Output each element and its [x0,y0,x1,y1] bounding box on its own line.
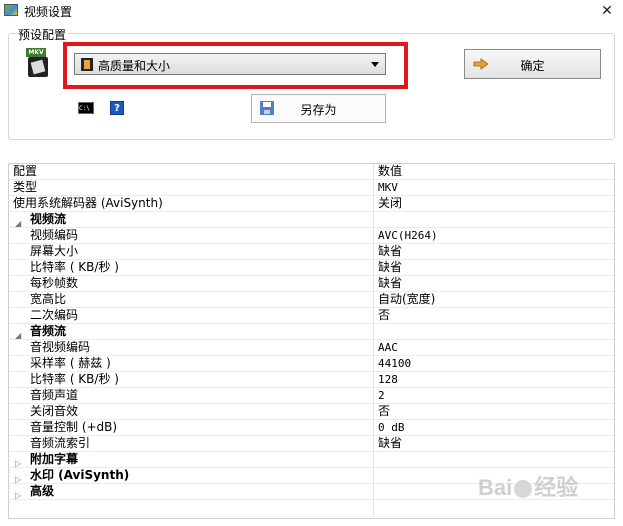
grid-row-audio-bitrate[interactable]: 比特率 ( KB/秒 ) 128 [9,372,614,388]
category-label: 音频流 [30,324,67,338]
category-audio-stream[interactable]: ◢ 音频流 [9,324,614,340]
row-key: 关闭音效 [30,404,79,418]
row-key: 音频声道 [30,388,79,402]
grid-row-fps[interactable]: 每秒帧数 缺省 [9,276,614,292]
row-value[interactable]: MKV [378,180,398,195]
row-key: 比特率 ( KB/秒 ) [30,260,119,274]
row-key: 音频流索引 [30,436,91,450]
row-key: 音量控制 (+dB) [30,420,118,434]
film-strip-icon [81,58,93,71]
title-bar: 视频设置 ✕ [0,0,623,22]
grid-row-two-pass[interactable]: 二次编码 否 [9,308,614,324]
property-grid[interactable]: 配置 数值 类型 MKV 使用系统解码器 (AviSynth) 关闭 ◢ 视频流… [8,163,615,519]
row-value[interactable]: 44100 [378,356,411,371]
preset-dropdown[interactable]: 高质量和大小 [74,53,386,75]
preset-group-label: 预设配置 [16,26,69,43]
mkv-tag: MKV [26,48,46,57]
row-key: 宽高比 [30,292,67,306]
category-label: 附加字幕 [30,452,79,466]
grid-row-sample-rate[interactable]: 采样率 ( 赫兹 ) 44100 [9,356,614,372]
grid-row-video-codec[interactable]: 视频编码 AVC(H264) [9,228,614,244]
grid-header-row: 配置 数值 [9,164,614,180]
category-subtitles[interactable]: ▷ 附加字幕 [9,452,614,468]
row-value[interactable]: 128 [378,372,398,387]
grid-row-audio-codec[interactable]: 音视频编码 AAC [9,340,614,356]
watermark-text: Bai [478,475,513,500]
grid-row-video-bitrate[interactable]: 比特率 ( KB/秒 ) 缺省 [9,260,614,276]
ok-button[interactable]: 确定 [464,49,601,79]
save-as-button[interactable]: 另存为 [251,94,386,123]
grid-row-audio-channels[interactable]: 音频声道 2 [9,388,614,404]
row-value[interactable]: 否 [378,308,390,323]
category-label: 水印 (AviSynth) [30,468,130,482]
grid-row-type[interactable]: 类型 MKV [9,180,614,196]
help-icon[interactable]: ? [110,101,124,115]
paw-icon [514,480,533,499]
row-key: 屏幕大小 [30,244,79,258]
header-value: 数值 [378,164,403,178]
grid-row-system-decoder[interactable]: 使用系统解码器 (AviSynth) 关闭 [9,196,614,212]
row-key: 每秒帧数 [30,276,79,290]
window-title: 视频设置 [24,5,73,19]
row-key: 采样率 ( 赫兹 ) [30,356,111,370]
grid-row-audio-stream-index[interactable]: 音频流索引 缺省 [9,436,614,452]
preset-selected-value: 高质量和大小 [98,59,171,73]
grid-row-aspect-ratio[interactable]: 宽高比 自动(宽度) [9,292,614,308]
row-value[interactable]: 2 [378,388,385,403]
row-key: 音视频编码 [30,340,91,354]
save-as-label: 另存为 [300,103,337,117]
row-key: 二次编码 [30,308,79,322]
grid-row-disable-audio[interactable]: 关闭音效 否 [9,404,614,420]
header-key: 配置 [13,164,38,178]
row-value[interactable]: 缺省 [378,244,402,259]
film-icon [28,57,48,77]
mkv-format-icon: MKV [26,48,50,78]
ok-button-label: 确定 [520,59,545,73]
row-value[interactable]: AVC(H264) [378,228,438,243]
command-line-icon[interactable]: C:\ [78,102,94,114]
grid-row-volume-control[interactable]: 音量控制 (+dB) 0 dB [9,420,614,436]
row-value[interactable]: 缺省 [378,260,402,275]
row-value[interactable]: 缺省 [378,436,402,451]
grid-row-screen-size[interactable]: 屏幕大小 缺省 [9,244,614,260]
category-label: 高级 [30,484,55,498]
row-key: 类型 [13,180,38,194]
watermark-text-2: 经验 [534,475,579,500]
row-key: 视频编码 [30,228,79,242]
row-value[interactable]: 0 dB [378,420,405,435]
dropdown-arrow-icon [371,62,379,67]
category-label: 视频流 [30,212,67,226]
category-video-stream[interactable]: ◢ 视频流 [9,212,614,228]
app-icon [4,4,18,16]
row-value[interactable]: 关闭 [378,196,402,211]
row-value[interactable]: 否 [378,404,390,419]
row-value[interactable]: AAC [378,340,398,355]
row-value[interactable]: 自动(宽度) [378,292,435,307]
close-button[interactable]: ✕ [595,0,619,22]
row-value[interactable]: 缺省 [378,276,402,291]
baidu-watermark: Bai 经验 [478,470,578,502]
row-key: 比特率 ( KB/秒 ) [30,372,119,386]
row-key: 使用系统解码器 (AviSynth) [13,196,163,210]
collapsed-triangle-icon[interactable]: ▷ [15,488,21,503]
